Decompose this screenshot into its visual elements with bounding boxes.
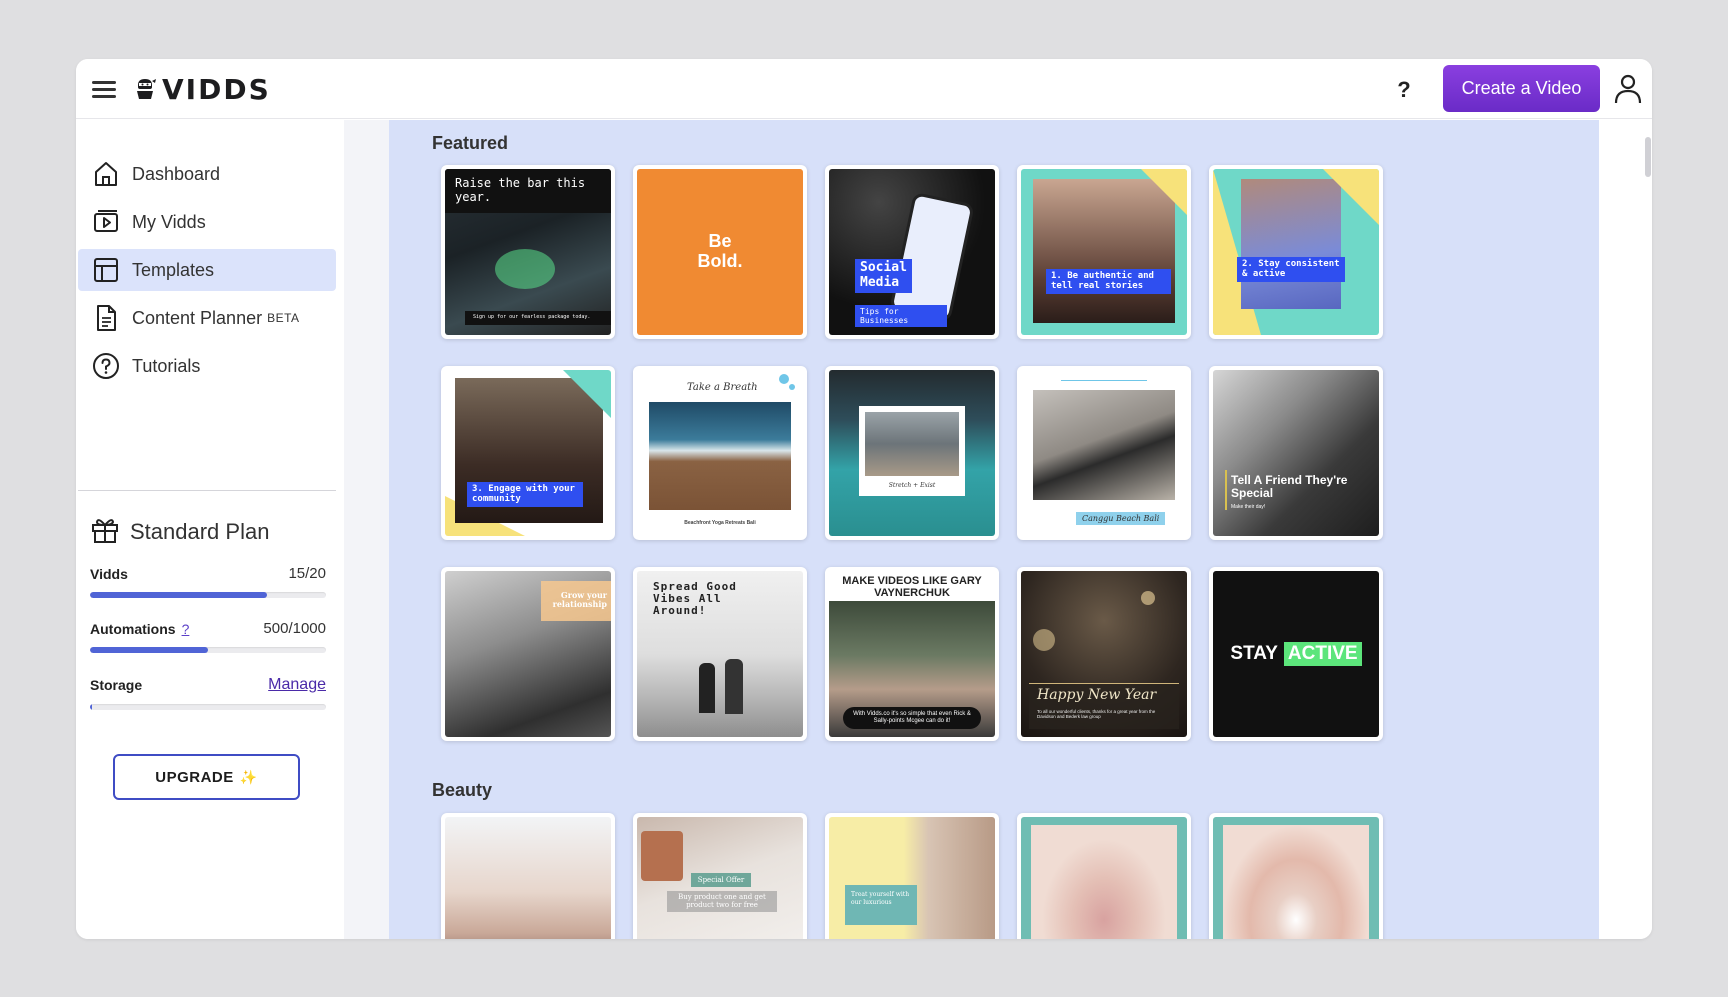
sidebar-item-my-vidds[interactable]: My Vidds (78, 201, 336, 243)
section-title-beauty: Beauty (432, 780, 493, 800)
card-subcaption: With Vidds.co it's so simple that even R… (843, 706, 981, 729)
template-card[interactable]: Spread Good Vibes All Around! (633, 567, 807, 741)
card-subcaption: Make their day! (1231, 504, 1266, 510)
templates-gallery: Featured Raise the bar this year. Sign u… (389, 120, 1599, 939)
section-title-featured: Featured (432, 133, 509, 153)
menu-icon[interactable] (90, 75, 118, 103)
upgrade-label: UPGRADE (155, 768, 234, 786)
storage-label: Storage (90, 677, 143, 693)
template-card[interactable]: Raise the bar this year. Sign up for our… (441, 165, 615, 339)
help-icon[interactable]: ? (1389, 75, 1419, 105)
sidebar-nav: Dashboard My Vidds Templates Content Pla… (78, 153, 336, 393)
vidds-progress-bar (90, 592, 326, 598)
template-card[interactable]: Be Bold. (633, 165, 807, 339)
sidebar-item-label: Templates (132, 259, 215, 280)
card-caption: Stretch + Exist (888, 482, 936, 489)
card-caption: Happy New Year (1037, 687, 1157, 703)
card-caption: Be Bold. (697, 231, 743, 271)
template-card[interactable]: Happy New Year To all our wonderful clie… (1017, 567, 1191, 741)
sidebar-divider (78, 490, 336, 491)
template-card[interactable] (1209, 813, 1383, 939)
card-subcaption: To all our wonderful clients, thanks for… (1037, 709, 1156, 720)
sidebar-item-templates[interactable]: Templates (78, 249, 336, 291)
template-card[interactable]: Grow your relationship (441, 567, 615, 741)
top-bar: VIDDS ? Create a Video (76, 59, 1652, 119)
storage-usage: Storage Manage (90, 676, 326, 710)
sidebar: Dashboard My Vidds Templates Content Pla… (76, 120, 344, 939)
card-caption: Raise the bar this year. (445, 169, 611, 213)
template-card[interactable] (1017, 813, 1191, 939)
card-caption: Grow your relationship (552, 590, 607, 609)
template-card[interactable]: Social Media Tips for Businesses (825, 165, 999, 339)
document-icon (92, 304, 120, 332)
card-caption: Spread Good Vibes All Around! (653, 580, 737, 618)
scrollbar-track[interactable] (1599, 120, 1652, 939)
template-card[interactable]: Treat yourself with our luxurious (825, 813, 999, 939)
card-caption: Take a Breath (687, 382, 758, 393)
sidebar-item-dashboard[interactable]: Dashboard (78, 153, 336, 195)
template-card[interactable]: STAY ACTIVE (1209, 567, 1383, 741)
card-subcaption: Sign up for our fearless package today. (465, 311, 611, 325)
template-card[interactable]: Take a Breath Beachfront Yoga Retreats B… (633, 366, 807, 540)
card-caption: Tell A Friend They're Special (1231, 473, 1348, 501)
template-card[interactable]: Tell A Friend They're Special Make their… (1209, 366, 1383, 540)
sidebar-item-label: Content Planner (132, 307, 263, 328)
logo[interactable]: VIDDS (134, 72, 271, 106)
home-icon (92, 160, 120, 188)
sidebar-gutter (344, 120, 389, 939)
storage-progress-bar (90, 704, 326, 710)
card-subcaption: Tips for Businesses (855, 305, 947, 328)
sidebar-item-tutorials[interactable]: Tutorials (78, 345, 336, 387)
upgrade-button[interactable]: UPGRADE ✨ (113, 754, 300, 800)
card-subcaption: Beachfront Yoga Retreats Bali (684, 520, 756, 526)
sidebar-item-label: Dashboard (132, 163, 221, 184)
gift-icon (90, 514, 120, 550)
template-card[interactable]: Special Offer Buy product one and get pr… (633, 813, 807, 939)
automations-help-link[interactable]: ? (182, 621, 190, 637)
user-profile-icon[interactable] (1613, 73, 1643, 105)
video-library-icon (92, 208, 120, 236)
plan-section-title: Standard Plan (90, 514, 269, 550)
ninja-logo-icon (134, 77, 156, 101)
manage-storage-link[interactable]: Manage (268, 676, 326, 694)
templates-icon (92, 256, 120, 284)
card-caption: Canggu Beach Bali (1076, 512, 1166, 525)
template-card[interactable]: Stretch + Exist (825, 366, 999, 540)
help-circle-icon (92, 352, 120, 380)
vidds-label: Vidds (90, 565, 128, 582)
card-caption: 1. Be authentic and tell real stories (1046, 269, 1171, 294)
app-window: VIDDS ? Create a Video Dashboard My Vidd… (76, 59, 1652, 939)
vidds-usage: Vidds 15/20 (90, 565, 326, 598)
automations-progress-bar (90, 647, 326, 653)
card-caption: 2. Stay consistent & active (1237, 257, 1345, 282)
create-video-button[interactable]: Create a Video (1443, 65, 1600, 112)
beta-badge: BETA (267, 311, 300, 325)
automations-count: 500/1000 (263, 620, 326, 637)
card-subcaption: Buy product one and get product two for … (667, 891, 777, 912)
card-accent-caption: ACTIVE (1283, 642, 1362, 666)
sparkle-icon: ✨ (239, 768, 258, 785)
automations-usage: Automations? 500/1000 (90, 620, 326, 653)
scrollbar-thumb[interactable] (1645, 137, 1651, 177)
card-caption: STAY (1230, 643, 1278, 664)
card-caption: Special Offer (691, 873, 751, 887)
template-card[interactable]: MAKE VIDEOS LIKE GARY VAYNERCHUK With Vi… (825, 567, 999, 741)
sidebar-item-label: My Vidds (132, 211, 206, 232)
sidebar-item-content-planner[interactable]: Content Planner BETA (78, 297, 336, 339)
plan-name: Standard Plan (130, 519, 270, 544)
brand-name: VIDDS (162, 72, 271, 106)
template-card[interactable]: 1. Be authentic and tell real stories (1017, 165, 1191, 339)
template-card[interactable]: 3. Engage with your community (441, 366, 615, 540)
automations-label: Automations (90, 620, 176, 637)
card-caption: Social Media (855, 259, 912, 293)
card-caption: Treat yourself with our luxurious (845, 885, 917, 925)
card-caption: MAKE VIDEOS LIKE GARY VAYNERCHUK (842, 575, 982, 600)
template-card[interactable] (441, 813, 615, 939)
sidebar-item-label: Tutorials (132, 355, 201, 376)
vidds-count: 15/20 (288, 565, 326, 582)
card-caption: 3. Engage with your community (467, 482, 583, 507)
template-card[interactable]: 2. Stay consistent & active (1209, 165, 1383, 339)
template-card[interactable]: Canggu Beach Bali (1017, 366, 1191, 540)
